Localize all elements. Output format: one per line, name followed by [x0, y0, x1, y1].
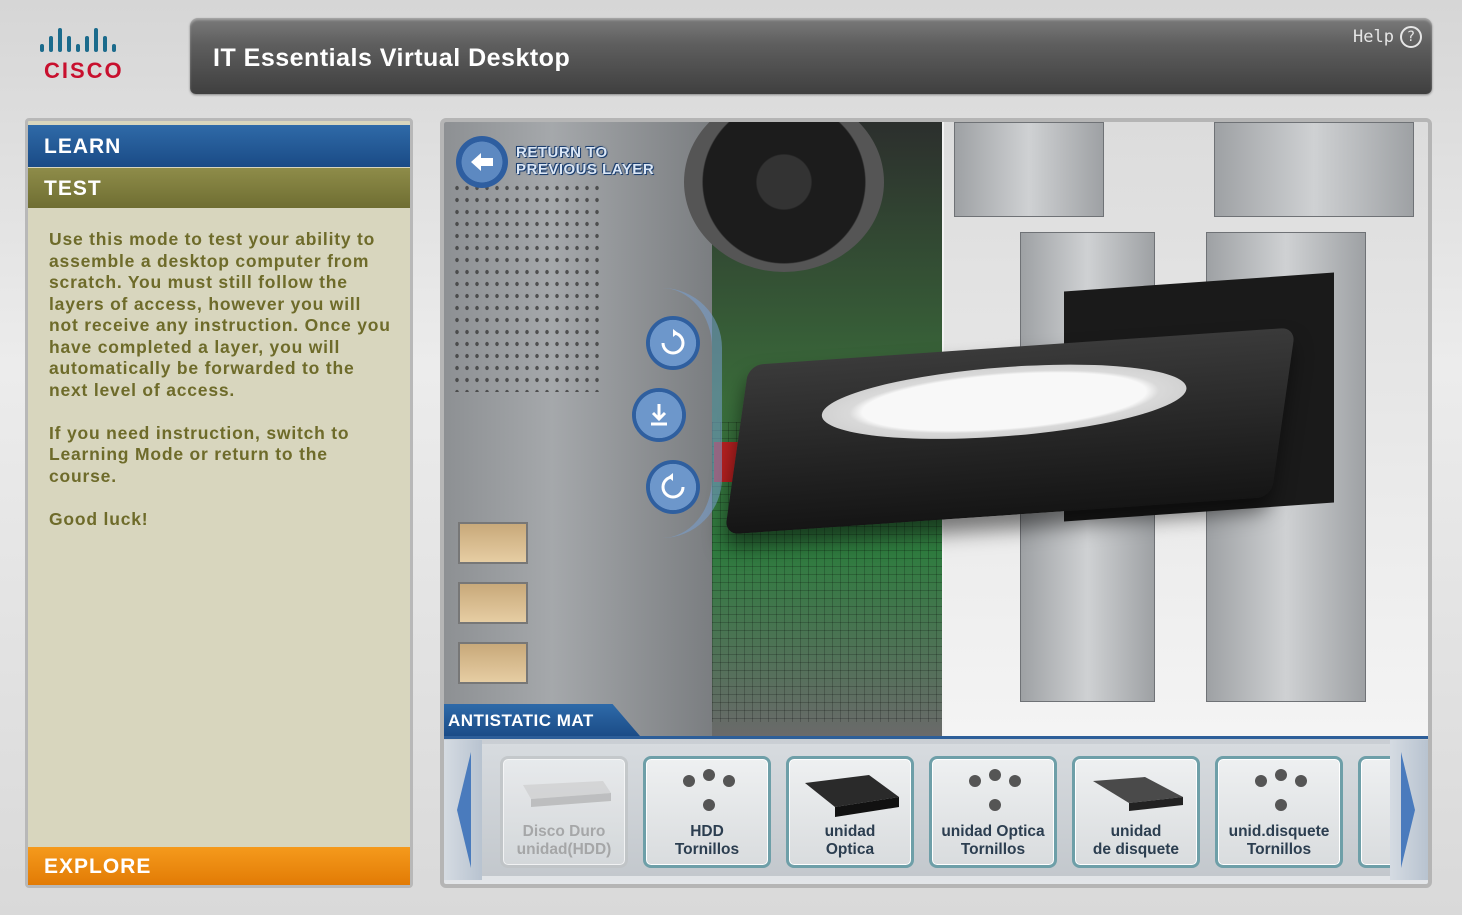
- tray-item-floppy-drive[interactable]: unidad de disquete: [1072, 756, 1200, 868]
- item-label-line: Tornillos: [960, 841, 1026, 858]
- floppy-drive-icon: [1093, 777, 1183, 811]
- item-label-line: de disquete: [1092, 841, 1180, 858]
- help-icon: ?: [1400, 26, 1422, 48]
- screws-icon: [1255, 769, 1307, 811]
- tray-item-optical-screws[interactable]: unidad Optica Tornillos: [929, 756, 1057, 868]
- case-vents: [452, 182, 602, 392]
- tray-scroll-right-button[interactable]: [1390, 740, 1428, 880]
- help-button[interactable]: Help ?: [1353, 26, 1422, 48]
- return-label-line: RETURN TO: [516, 144, 608, 161]
- expansion-slot: [458, 582, 528, 624]
- rotate-ccw-icon: [661, 329, 685, 355]
- item-label: unidad de disquete: [1075, 823, 1197, 859]
- chevron-left-icon: [457, 752, 471, 868]
- description-paragraph: If you need instruction, switch to Learn…: [49, 422, 350, 486]
- tray-item-floppy-screws[interactable]: unid.disquete Tornillos: [1215, 756, 1343, 868]
- mode-panel: LEARN TEST Use this mode to test your ab…: [25, 118, 413, 888]
- drive-bay: [954, 122, 1104, 217]
- title-bar: IT Essentials Virtual Desktop Help ?: [190, 18, 1432, 94]
- item-label-line: HDD: [690, 823, 724, 840]
- install-down-button[interactable]: [632, 388, 686, 442]
- item-label-line: unidad: [824, 823, 876, 840]
- cisco-bars-icon: [36, 28, 156, 52]
- tab-explore[interactable]: EXPLORE: [28, 847, 410, 885]
- return-label-line: PREVIOUS LAYER: [516, 161, 655, 178]
- item-label-line: Disco Duro: [522, 823, 606, 840]
- tray-item-partial[interactable]: [1358, 756, 1394, 868]
- rotate-cw-button[interactable]: [646, 460, 700, 514]
- item-label-line: unidad Optica: [941, 823, 1045, 840]
- tray-items: Disco Duro unidad(HDD) HDD Tornillos uni…: [500, 756, 1394, 868]
- chevron-right-icon: [1401, 752, 1415, 868]
- item-label-line: unidad: [1110, 823, 1162, 840]
- tray-items-viewport: Disco Duro unidad(HDD) HDD Tornillos uni…: [482, 744, 1394, 876]
- cisco-logo: CISCO: [36, 28, 156, 88]
- item-label: unidad Optica Tornillos: [932, 823, 1054, 859]
- optical-drive-icon: [805, 775, 899, 817]
- computer-case-scene: RETURN TO PREVIOUS LAYER ANTISTATIC MAT: [444, 122, 1428, 736]
- item-label-line: unid.disquete: [1228, 823, 1330, 840]
- tray-item-hdd[interactable]: Disco Duro unidad(HDD): [500, 756, 628, 868]
- mode-description: Use this mode to test your ability to as…: [49, 229, 394, 552]
- tray-scroll-left-button[interactable]: [444, 740, 482, 880]
- description-paragraph: Good luck!: [49, 508, 149, 529]
- cisco-wordmark: CISCO: [44, 58, 124, 83]
- tray-item-optical-drive[interactable]: unidad Optica: [786, 756, 914, 868]
- description-paragraph: Use this mode to test your ability to as…: [49, 229, 391, 400]
- expansion-slot: [458, 522, 528, 564]
- parts-tray: Disco Duro unidad(HDD) HDD Tornillos uni…: [444, 736, 1428, 884]
- item-label: unidad Optica: [789, 823, 911, 859]
- tab-learn[interactable]: LEARN: [28, 125, 410, 167]
- antistatic-mat-label: ANTISTATIC MAT: [444, 704, 640, 736]
- return-previous-layer-label[interactable]: RETURN TO PREVIOUS LAYER: [516, 144, 686, 178]
- drive-bay: [1214, 122, 1414, 217]
- back-arrow-icon: [471, 153, 493, 171]
- tray-item-hdd-screws[interactable]: HDD Tornillos: [643, 756, 771, 868]
- page-title: IT Essentials Virtual Desktop: [213, 44, 571, 72]
- rotate-ccw-button[interactable]: [646, 316, 700, 370]
- help-label: Help: [1353, 27, 1394, 47]
- hard-drive-icon: [523, 781, 611, 807]
- item-label: Disco Duro unidad(HDD): [503, 823, 625, 859]
- expansion-slot: [458, 642, 528, 684]
- rotate-cw-icon: [661, 473, 685, 499]
- tab-test[interactable]: TEST: [28, 168, 410, 208]
- hdd-label: [816, 354, 1192, 450]
- return-previous-layer-button[interactable]: [456, 136, 508, 188]
- item-label-line: Tornillos: [1246, 841, 1312, 858]
- item-label-line: unidad(HDD): [516, 841, 612, 858]
- screws-icon: [969, 769, 1021, 811]
- screws-icon: [683, 769, 735, 811]
- item-label-line: Tornillos: [674, 841, 740, 858]
- assembly-viewport: RETURN TO PREVIOUS LAYER ANTISTATIC MAT …: [440, 118, 1432, 888]
- download-arrow-icon: [651, 404, 667, 426]
- item-label: unid.disquete Tornillos: [1218, 823, 1340, 859]
- item-label-line: Optica: [825, 841, 875, 858]
- item-label: HDD Tornillos: [646, 823, 768, 859]
